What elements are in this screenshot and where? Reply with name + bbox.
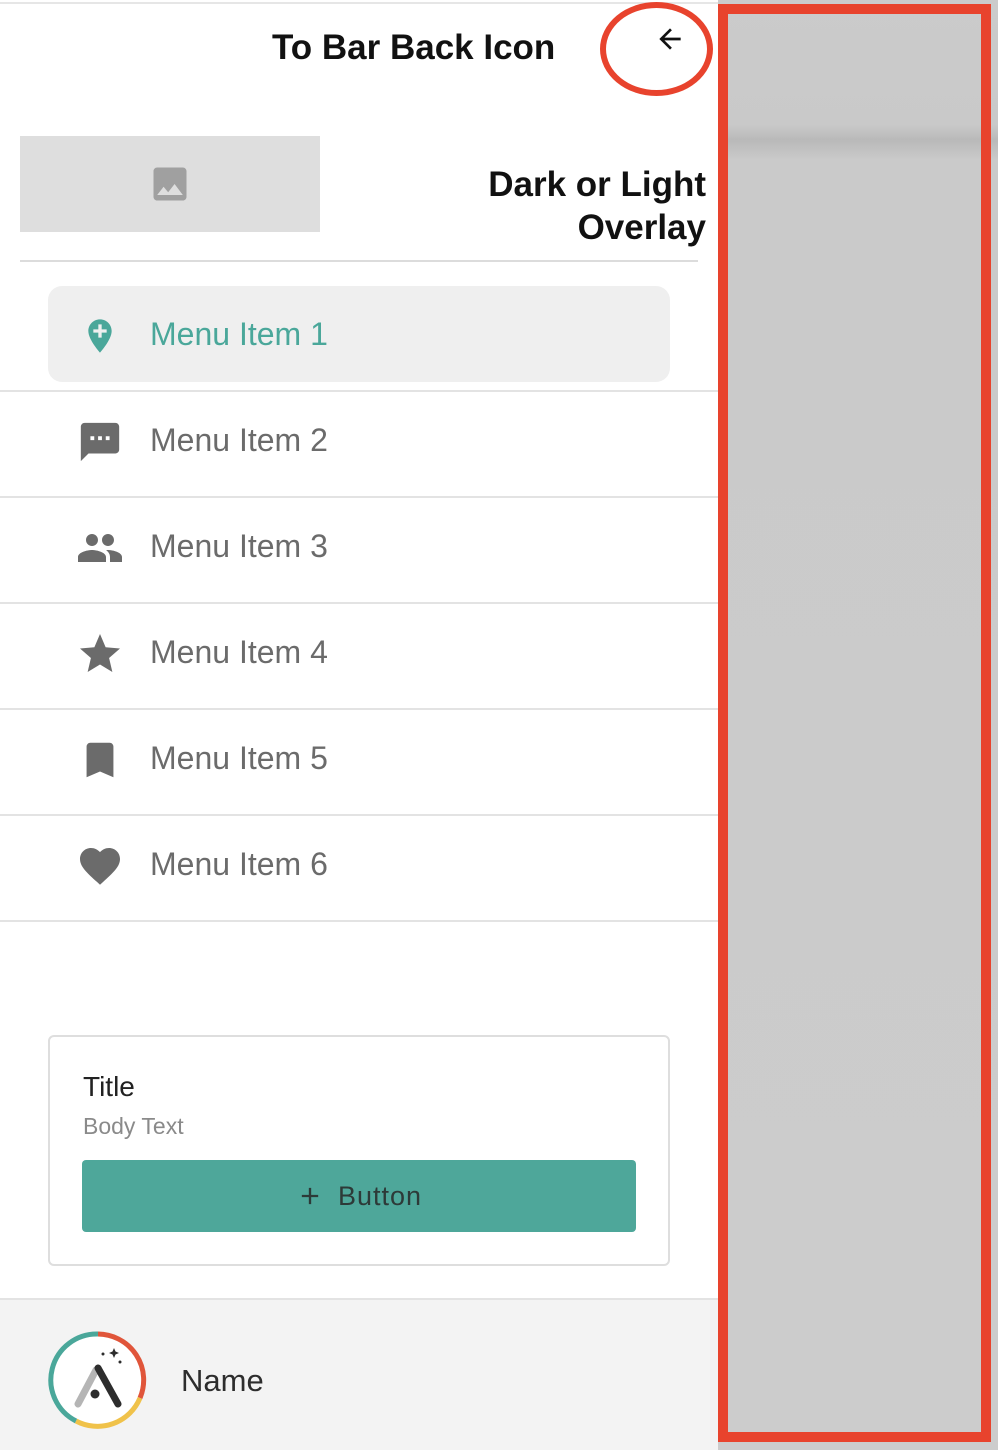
people-icon bbox=[74, 524, 126, 572]
drawer-footer: Name bbox=[0, 1298, 718, 1450]
info-card: Title Body Text Button bbox=[48, 1035, 670, 1266]
card-title: Title bbox=[83, 1071, 135, 1102]
overlay-line-2: Overlay bbox=[577, 208, 706, 247]
menu-item-2[interactable]: Menu Item 2 bbox=[0, 392, 718, 498]
header-title: To Bar Back Icon bbox=[272, 28, 556, 67]
menu-item-6[interactable]: Menu Item 6 bbox=[0, 816, 718, 922]
active-highlight bbox=[48, 286, 670, 382]
menu-separator bbox=[0, 920, 718, 922]
menu-item-label: Menu Item 2 bbox=[150, 422, 328, 458]
card-body-text: Body Text bbox=[83, 1113, 184, 1139]
user-name: Name bbox=[181, 1363, 264, 1398]
top-divider bbox=[0, 2, 718, 4]
logo-avatar-icon bbox=[48, 1331, 147, 1429]
overlay-heading: Dark or Light Overlay bbox=[346, 163, 706, 249]
menu-item-label: Menu Item 4 bbox=[150, 634, 328, 670]
star-icon bbox=[74, 630, 126, 678]
add-location-icon bbox=[74, 312, 126, 360]
menu-list: Menu Item 1 Menu Item 2 Menu Item 3 Menu… bbox=[0, 286, 718, 922]
menu-item-label: Menu Item 1 bbox=[150, 316, 328, 352]
card-action-button[interactable]: Button bbox=[82, 1160, 636, 1232]
annotation-rectangle bbox=[718, 4, 991, 1442]
menu-item-label: Menu Item 3 bbox=[150, 528, 328, 564]
bookmark-icon bbox=[74, 736, 126, 784]
menu-item-4[interactable]: Menu Item 4 bbox=[0, 604, 718, 710]
image-icon bbox=[153, 167, 187, 201]
navigation-drawer: To Bar Back Icon Dark or Light Overlay M… bbox=[0, 0, 718, 1450]
plus-icon bbox=[296, 1182, 324, 1210]
menu-item-1[interactable]: Menu Item 1 bbox=[0, 286, 718, 392]
header-divider bbox=[20, 260, 698, 262]
chat-icon bbox=[74, 418, 126, 466]
menu-item-label: Menu Item 5 bbox=[150, 740, 328, 776]
image-placeholder bbox=[20, 136, 320, 232]
card-button-label: Button bbox=[337, 1180, 423, 1211]
overlay-line-1: Dark or Light bbox=[488, 165, 706, 204]
annotation-circle bbox=[600, 2, 713, 96]
heart-icon bbox=[74, 842, 126, 890]
menu-item-5[interactable]: Menu Item 5 bbox=[0, 710, 718, 816]
menu-item-label: Menu Item 6 bbox=[150, 846, 328, 882]
avatar[interactable] bbox=[48, 1330, 148, 1430]
menu-item-3[interactable]: Menu Item 3 bbox=[0, 498, 718, 604]
